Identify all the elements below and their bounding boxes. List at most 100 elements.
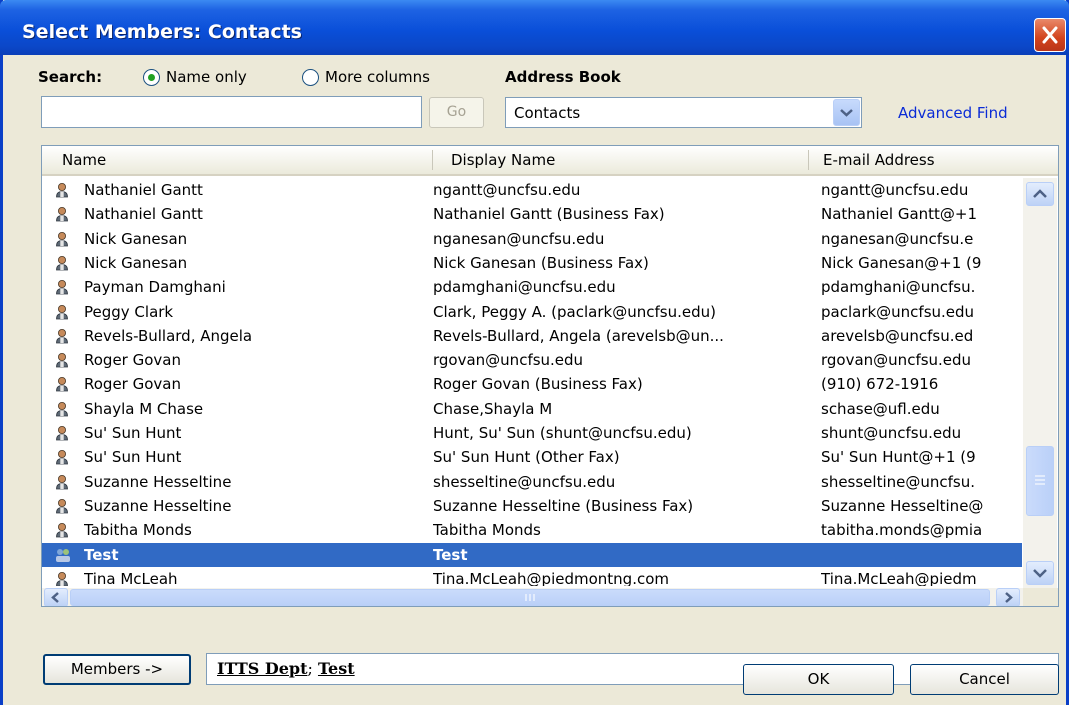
chevron-down-icon [1033,569,1047,578]
table-row[interactable]: Su' Sun Hunt Hunt, Su' Sun (shunt@uncfsu.… [42,421,1022,445]
contact-email: nganesan@uncfsu.e [821,229,974,248]
table-row[interactable]: Payman Damghani pdamghani@uncfsu.edu pdamg… [42,275,1022,299]
contact-email: pdamghani@uncfsu. [821,278,976,297]
scroll-down-button[interactable] [1026,561,1054,585]
search-input[interactable] [41,96,422,128]
table-row[interactable]: Test Test [42,542,1022,567]
contact-display-name: Revels-Bullard, Angela (arevelsb@un... [433,326,724,345]
address-book-selected-value: Contacts [514,104,581,122]
search-label: Search: [38,68,103,86]
table-row[interactable]: Roger Govan rgovan@uncfsu.edu rgovan@uncfs… [42,348,1022,372]
address-book-select[interactable]: Contacts [505,97,862,128]
ok-button[interactable]: OK [743,664,894,695]
contact-name: Peggy Clark [84,302,174,321]
column-header-display-name[interactable]: Display Name [451,151,555,169]
contact-name: Roger Govan [84,351,181,370]
chevron-down-icon [840,109,853,117]
contact-icon [54,425,70,441]
radio-name-only[interactable] [143,69,160,86]
contact-display-name: Chase,Shayla M [433,399,553,418]
grip-icon [525,594,535,601]
go-button[interactable]: Go [429,97,484,128]
column-divider[interactable] [432,150,433,170]
column-header-name[interactable]: Name [62,151,106,169]
column-divider[interactable] [808,150,809,170]
contact-name: Shayla M Chase [84,399,204,418]
radio-more-columns[interactable] [302,69,319,86]
table-row[interactable]: Peggy Clark Clark, Peggy A. (paclark@uncf… [42,300,1022,324]
contact-email: shesseltine@uncfsu. [821,472,975,491]
contact-email: Tina.McLeah@piedm [821,569,977,586]
table-row[interactable]: Nathaniel Gantt Nathaniel Gantt (Business… [42,202,1022,226]
contact-name: Tabitha Monds [84,521,192,540]
contact-name: Nathaniel Gantt [84,181,203,199]
contact-email: ngantt@uncfsu.edu [821,181,969,199]
contact-icon [54,255,70,271]
horizontal-scrollbar[interactable] [42,588,1023,606]
contact-email: shunt@uncfsu.edu [821,424,962,442]
table-row[interactable]: Nick Ganesan nganesan@uncfsu.edu nganesan@… [42,227,1022,251]
contacts-list[interactable]: Name Display Name E-mail Address Nathani… [41,145,1059,607]
scroll-right-button[interactable] [996,588,1020,606]
address-book-label: Address Book [505,68,621,86]
title-bar[interactable]: Select Members: Contacts [0,0,1069,55]
contact-display-name: rgovan@uncfsu.edu [433,351,584,370]
contact-icon [54,328,70,344]
contact-email: (910) 672-1916 [821,375,939,394]
contact-display-name: pdamghani@uncfsu.edu [433,278,616,297]
scroll-left-button[interactable] [44,588,68,606]
contact-email: tabitha.monds@pmia [821,521,983,540]
scroll-thumb[interactable] [1026,446,1054,516]
contact-email: Suzanne Hesseltine@ [821,496,984,515]
contact-name: Suzanne Hesseltine [84,472,232,491]
contact-name: Suzanne Hesseltine [84,496,232,515]
column-header-email[interactable]: E-mail Address [823,151,935,169]
contact-icon [54,304,70,320]
chevron-left-icon [51,592,59,603]
radio-name-only-label[interactable]: Name only [166,68,247,86]
contact-icon [54,571,70,586]
contact-name: Test [84,545,119,564]
contact-display-name: Roger Govan (Business Fax) [433,375,643,394]
contact-icon [54,522,70,538]
contact-display-name: Su' Sun Hunt (Other Fax) [433,448,620,467]
radio-more-columns-label[interactable]: More columns [325,68,430,86]
contact-name: Payman Damghani [84,278,226,297]
contact-icon [54,279,70,295]
member-entry[interactable]: Test [318,659,355,678]
scroll-up-button[interactable] [1026,182,1054,206]
table-row[interactable]: Shayla M Chase Chase,Shayla M schase@ufl.e… [42,397,1022,421]
contact-display-name: Tina.McLeah@piedmontng.com [433,569,669,586]
contact-icon [54,401,70,417]
contact-icon [54,449,70,465]
contact-display-name: Clark, Peggy A. (paclark@uncfsu.edu) [433,302,716,321]
close-button[interactable] [1034,18,1066,52]
table-row[interactable]: Suzanne Hesseltine Suzanne Hesseltine (Bu… [42,494,1022,518]
table-row[interactable]: Tina McLeah Tina.McLeah@piedmontng.com Tin… [42,567,1022,586]
table-row[interactable]: Tabitha Monds Tabitha Monds tabitha.monds@… [42,518,1022,542]
contact-icon [54,498,70,514]
contact-name: Nick Ganesan [84,253,188,272]
member-entry[interactable]: ITTS Dept [217,659,307,678]
contact-display-name: shesseltine@uncfsu.edu [433,472,616,491]
chevron-right-icon [1005,592,1013,603]
contact-email: rgovan@uncfsu.edu [821,351,972,370]
member-separator: ; [307,659,318,678]
table-row[interactable]: Roger Govan Roger Govan (Business Fax) (91… [42,372,1022,396]
contact-icon [54,206,70,222]
horizontal-scroll-thumb[interactable] [70,589,990,606]
contact-email: paclark@uncfsu.edu [821,302,975,321]
advanced-find-link[interactable]: Advanced Find [898,104,1008,122]
contact-display-name: Tabitha Monds [433,521,541,540]
members-button[interactable]: Members -> [43,654,191,685]
contact-display-name: Test [433,545,468,564]
table-row[interactable]: Nathaniel Gantt ngantt@uncfsu.edu ngantt@u… [42,178,1022,202]
table-row[interactable]: Su' Sun Hunt Su' Sun Hunt (Other Fax) Su' … [42,445,1022,469]
cancel-button[interactable]: Cancel [910,664,1059,695]
table-row[interactable]: Revels-Bullard, Angela Revels-Bullard, An… [42,324,1022,348]
vertical-scrollbar[interactable] [1023,178,1057,588]
table-row[interactable]: Suzanne Hesseltine shesseltine@uncfsu.edu… [42,470,1022,494]
dropdown-arrow-button[interactable] [833,99,860,126]
contact-name: Nick Ganesan [84,229,188,248]
table-row[interactable]: Nick Ganesan Nick Ganesan (Business Fax) N… [42,251,1022,275]
